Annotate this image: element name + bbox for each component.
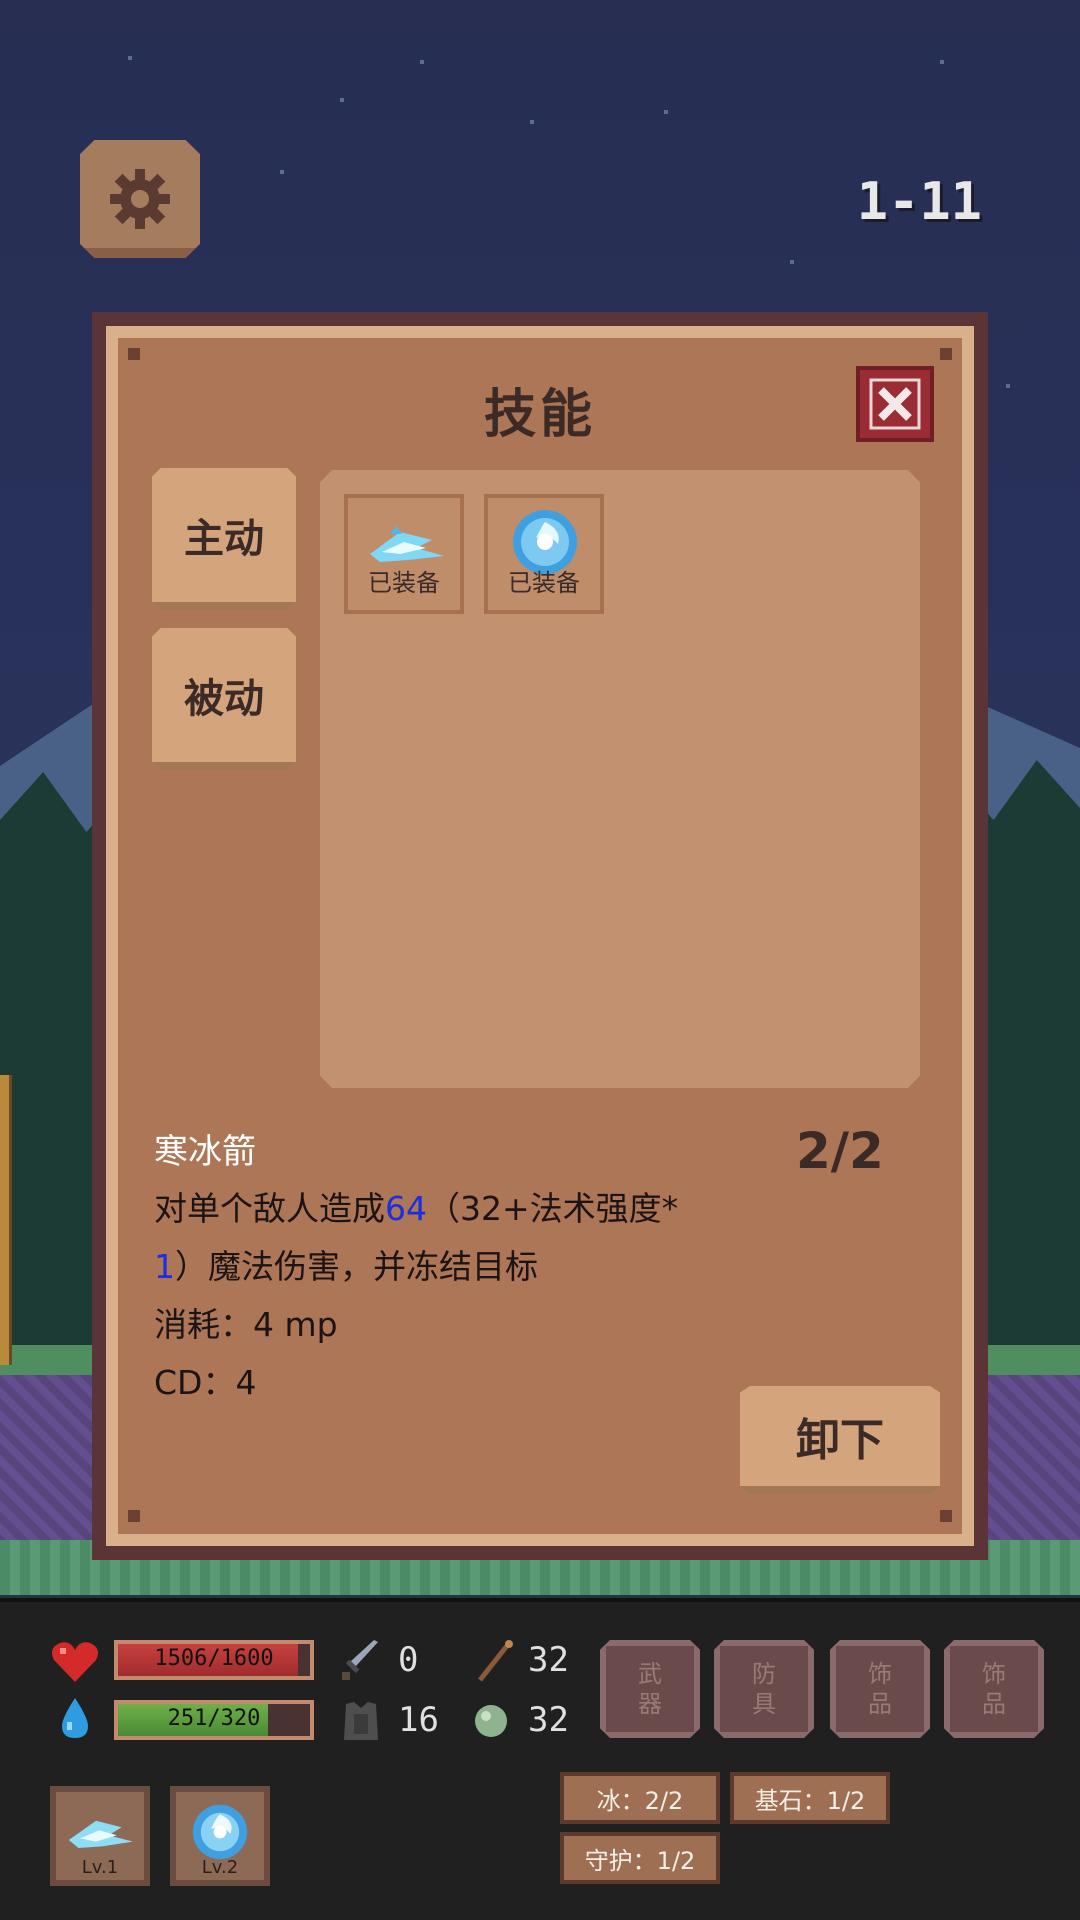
- damage-value: 64: [385, 1189, 427, 1228]
- mp-text: 251/320: [167, 1706, 261, 1731]
- tab-active-skills[interactable]: 主动: [152, 468, 296, 610]
- tab-passive-skills[interactable]: 被动: [152, 628, 296, 770]
- slot-status: 已装备: [508, 569, 580, 597]
- water-drop-icon: [62, 1698, 88, 1738]
- frost-orb-icon: [192, 1804, 248, 1860]
- resist-orb-icon: [475, 1705, 507, 1737]
- equip-slot-label: 饰品: [868, 1660, 892, 1718]
- skill-slot-ice-arrow[interactable]: 已装备: [344, 494, 464, 614]
- desc-effect: ）魔法伤害，并冻结目标: [175, 1247, 538, 1286]
- equip-slot-armor[interactable]: 防具: [714, 1640, 814, 1738]
- hp-bar: 1506/1600: [114, 1640, 314, 1680]
- unequip-button[interactable]: 卸下: [740, 1386, 940, 1494]
- skill-cost: 消耗：4 mp: [154, 1305, 338, 1344]
- star: [530, 120, 534, 124]
- sword-icon: [342, 1640, 378, 1680]
- settings-button[interactable]: [80, 140, 200, 258]
- heart-icon: [52, 1642, 98, 1682]
- set-bonus-cornerstone[interactable]: 基石：1/2: [730, 1772, 890, 1824]
- resist-value: 32: [528, 1700, 569, 1740]
- panel-rivet: [128, 348, 140, 360]
- star: [420, 60, 424, 64]
- equip-slot-weapon[interactable]: 武器: [600, 1640, 700, 1738]
- set-bonus-ice[interactable]: 冰：2/2: [560, 1772, 720, 1824]
- skill-slot-frost-orb[interactable]: 已装备: [484, 494, 604, 614]
- panel-rivet: [128, 1510, 140, 1522]
- gear-icon: [110, 169, 170, 229]
- equip-slot-label: 饰品: [982, 1660, 1006, 1718]
- skill-description-line-1: 对单个敌人造成64（32+法术强度*: [154, 1182, 678, 1230]
- equip-slot-label: 防具: [752, 1660, 776, 1718]
- set-bonus-guard[interactable]: 守护：1/2: [560, 1832, 720, 1884]
- multiplier-value: 1: [154, 1247, 175, 1286]
- star: [940, 60, 944, 64]
- magic-value: 32: [528, 1640, 569, 1680]
- close-icon: [869, 378, 921, 430]
- wooden-ledge: [0, 1075, 12, 1365]
- defense-value: 16: [398, 1700, 439, 1740]
- staff-icon: [478, 1640, 513, 1682]
- ice-arrow-icon: [68, 1820, 133, 1848]
- attack-value: 0: [398, 1640, 419, 1680]
- equip-slot-accessory-1[interactable]: 饰品: [830, 1640, 930, 1738]
- equip-slot-accessory-2[interactable]: 饰品: [944, 1640, 1044, 1738]
- skill-name: 寒冰箭: [154, 1132, 256, 1172]
- quick-skill-frost-orb[interactable]: Lv.2: [170, 1786, 270, 1886]
- panel-rivet: [940, 1510, 952, 1522]
- equip-slot-label: 武器: [638, 1660, 662, 1718]
- star: [664, 110, 668, 114]
- star: [280, 170, 284, 174]
- skill-count: 2/2: [796, 1122, 884, 1180]
- mp-bar: 251/320: [114, 1700, 314, 1740]
- star: [790, 260, 794, 264]
- close-button[interactable]: [856, 366, 934, 442]
- desc-formula: （32+法术强度*: [427, 1189, 679, 1228]
- armor-icon: [344, 1702, 378, 1740]
- slot-status: 已装备: [368, 569, 440, 597]
- hp-text: 1506/1600: [154, 1646, 274, 1671]
- skill-description-line-2: 1）魔法伤害，并冻结目标: [154, 1240, 538, 1288]
- skill-level: Lv.2: [201, 1857, 239, 1878]
- level-indicator: 1-11: [856, 172, 982, 232]
- panel-rivet: [940, 348, 952, 360]
- star: [128, 56, 132, 60]
- desc-text: 对单个敌人造成: [154, 1189, 385, 1228]
- skill-level: Lv.1: [81, 1857, 119, 1878]
- star: [340, 98, 344, 102]
- skill-cooldown: CD：4: [154, 1363, 257, 1402]
- quick-skill-ice-arrow[interactable]: Lv.1: [50, 1786, 150, 1886]
